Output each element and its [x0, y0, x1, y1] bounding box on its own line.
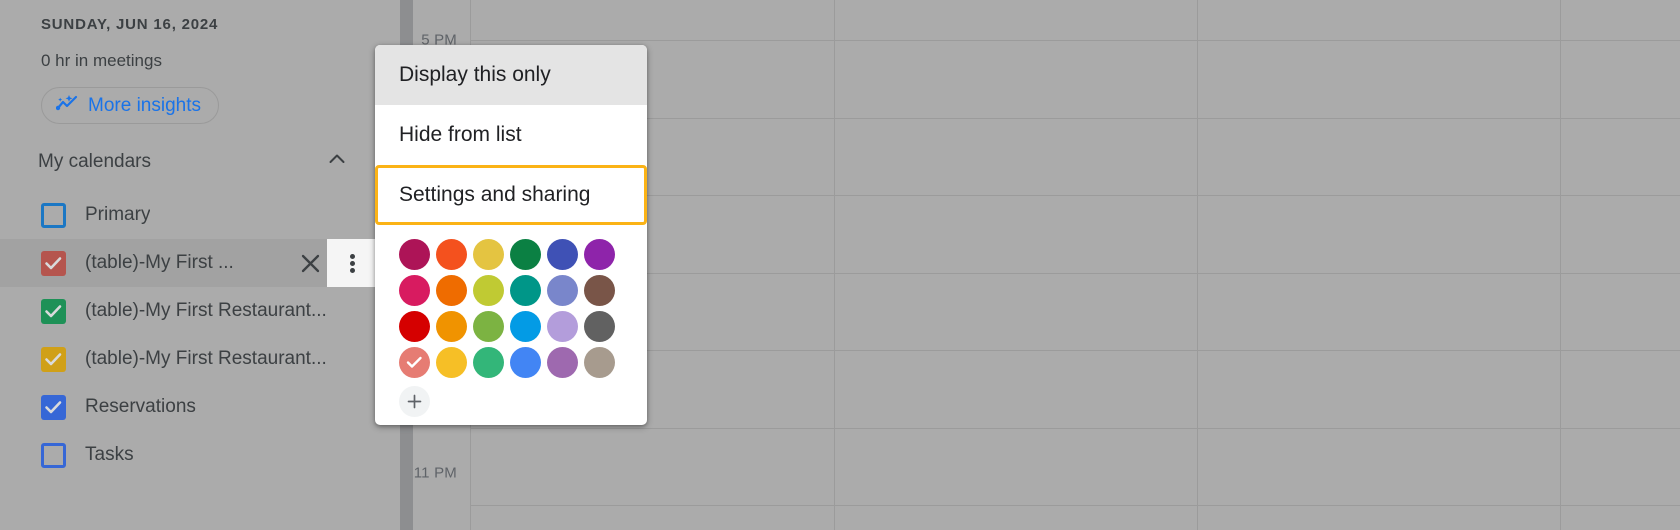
color-swatch[interactable]: [436, 239, 467, 270]
color-swatch[interactable]: [436, 275, 467, 306]
calendar-checkbox[interactable]: [41, 394, 66, 420]
calendar-context-menu: Display this only Hide from list Settings …: [375, 45, 647, 425]
calendar-name-label: Reservations: [85, 396, 196, 417]
check-icon: [45, 352, 62, 365]
calendar-name-label: (table)-My First ...: [85, 252, 234, 273]
calendar-checkbox[interactable]: [41, 346, 66, 372]
color-swatch[interactable]: [547, 275, 578, 306]
insights-chart-icon: [55, 93, 79, 118]
grid-hour-line: [470, 350, 1680, 351]
context-menu-item[interactable]: Display this only: [375, 45, 647, 105]
calendar-list-item[interactable]: Primary: [0, 191, 377, 239]
context-menu-item[interactable]: Settings and sharing: [375, 165, 647, 225]
grid-day-line: [1560, 0, 1561, 530]
color-swatch[interactable]: [399, 239, 430, 270]
check-icon: [45, 304, 62, 317]
time-label: 11 PM: [413, 464, 457, 482]
color-swatch[interactable]: [473, 311, 504, 342]
color-swatch[interactable]: [584, 347, 615, 378]
color-palette: [375, 225, 647, 383]
check-icon: [45, 400, 62, 413]
color-swatch[interactable]: [510, 275, 541, 306]
color-swatch[interactable]: [473, 275, 504, 306]
grid-hour-line: [470, 273, 1680, 274]
color-swatch[interactable]: [584, 275, 615, 306]
calendar-name-label: Primary: [85, 204, 151, 225]
context-menu-items: Display this only Hide from list Settings …: [375, 45, 647, 225]
context-menu-item[interactable]: Hide from list: [375, 105, 647, 165]
check-icon: [45, 256, 62, 269]
my-calendars-section-header[interactable]: My calendars: [38, 148, 348, 175]
color-swatch[interactable]: [510, 239, 541, 270]
grid-hour-line: [470, 195, 1680, 196]
grid-hour-line: [470, 428, 1680, 429]
grid-day-line: [1197, 0, 1198, 530]
color-swatch[interactable]: [584, 311, 615, 342]
calendar-list-item[interactable]: Reservations: [0, 383, 377, 431]
grid-hour-line: [470, 118, 1680, 119]
color-swatch[interactable]: [436, 347, 467, 378]
color-swatch[interactable]: [547, 311, 578, 342]
color-swatch[interactable]: [399, 311, 430, 342]
calendar-name-label: (table)-My First Restaurant...: [85, 348, 327, 369]
color-swatch[interactable]: [547, 239, 578, 270]
more-insights-label: More insights: [88, 94, 201, 116]
calendar-row-actions: [293, 239, 377, 287]
calendar-list-item[interactable]: Tasks: [0, 431, 377, 479]
grid-hour-line: [470, 505, 1680, 506]
color-swatch[interactable]: [547, 347, 578, 378]
calendar-name-label: Tasks: [85, 444, 134, 465]
calendar-checkbox[interactable]: [41, 202, 66, 228]
my-calendars-title: My calendars: [38, 150, 151, 172]
calendar-name-label: (table)-My First Restaurant...: [85, 300, 327, 321]
color-swatch[interactable]: [584, 239, 615, 270]
color-swatch[interactable]: [436, 311, 467, 342]
date-heading: SUNDAY, JUN 16, 2024: [41, 16, 219, 33]
meetings-summary: 0 hr in meetings: [41, 51, 162, 70]
grid-day-line: [834, 0, 835, 530]
calendar-checkbox[interactable]: [41, 250, 66, 276]
grid-hour-line: [470, 40, 1680, 41]
calendar-list-item[interactable]: (table)-My First Restaurant...: [0, 335, 377, 383]
overflow-menu-icon[interactable]: [327, 239, 377, 287]
calendar-checkbox[interactable]: [41, 298, 66, 324]
plus-icon: [407, 394, 422, 409]
calendar-list-item[interactable]: (table)-My First Restaurant...: [0, 287, 377, 335]
calendar-checkbox[interactable]: [41, 442, 66, 468]
calendar-list-item[interactable]: (table)-My First ...: [0, 239, 377, 287]
more-insights-button[interactable]: More insights: [41, 87, 219, 124]
close-icon[interactable]: [293, 246, 327, 280]
add-custom-color-button[interactable]: [399, 386, 430, 417]
color-swatch[interactable]: [510, 311, 541, 342]
check-icon: [406, 356, 422, 368]
color-swatch[interactable]: [473, 239, 504, 270]
color-swatch[interactable]: [399, 275, 430, 306]
color-swatch[interactable]: [473, 347, 504, 378]
color-swatch[interactable]: [399, 347, 430, 378]
color-swatch[interactable]: [510, 347, 541, 378]
chevron-up-icon: [326, 148, 348, 175]
sidebar: SUNDAY, JUN 16, 2024 0 hr in meetings Mo…: [0, 0, 377, 530]
